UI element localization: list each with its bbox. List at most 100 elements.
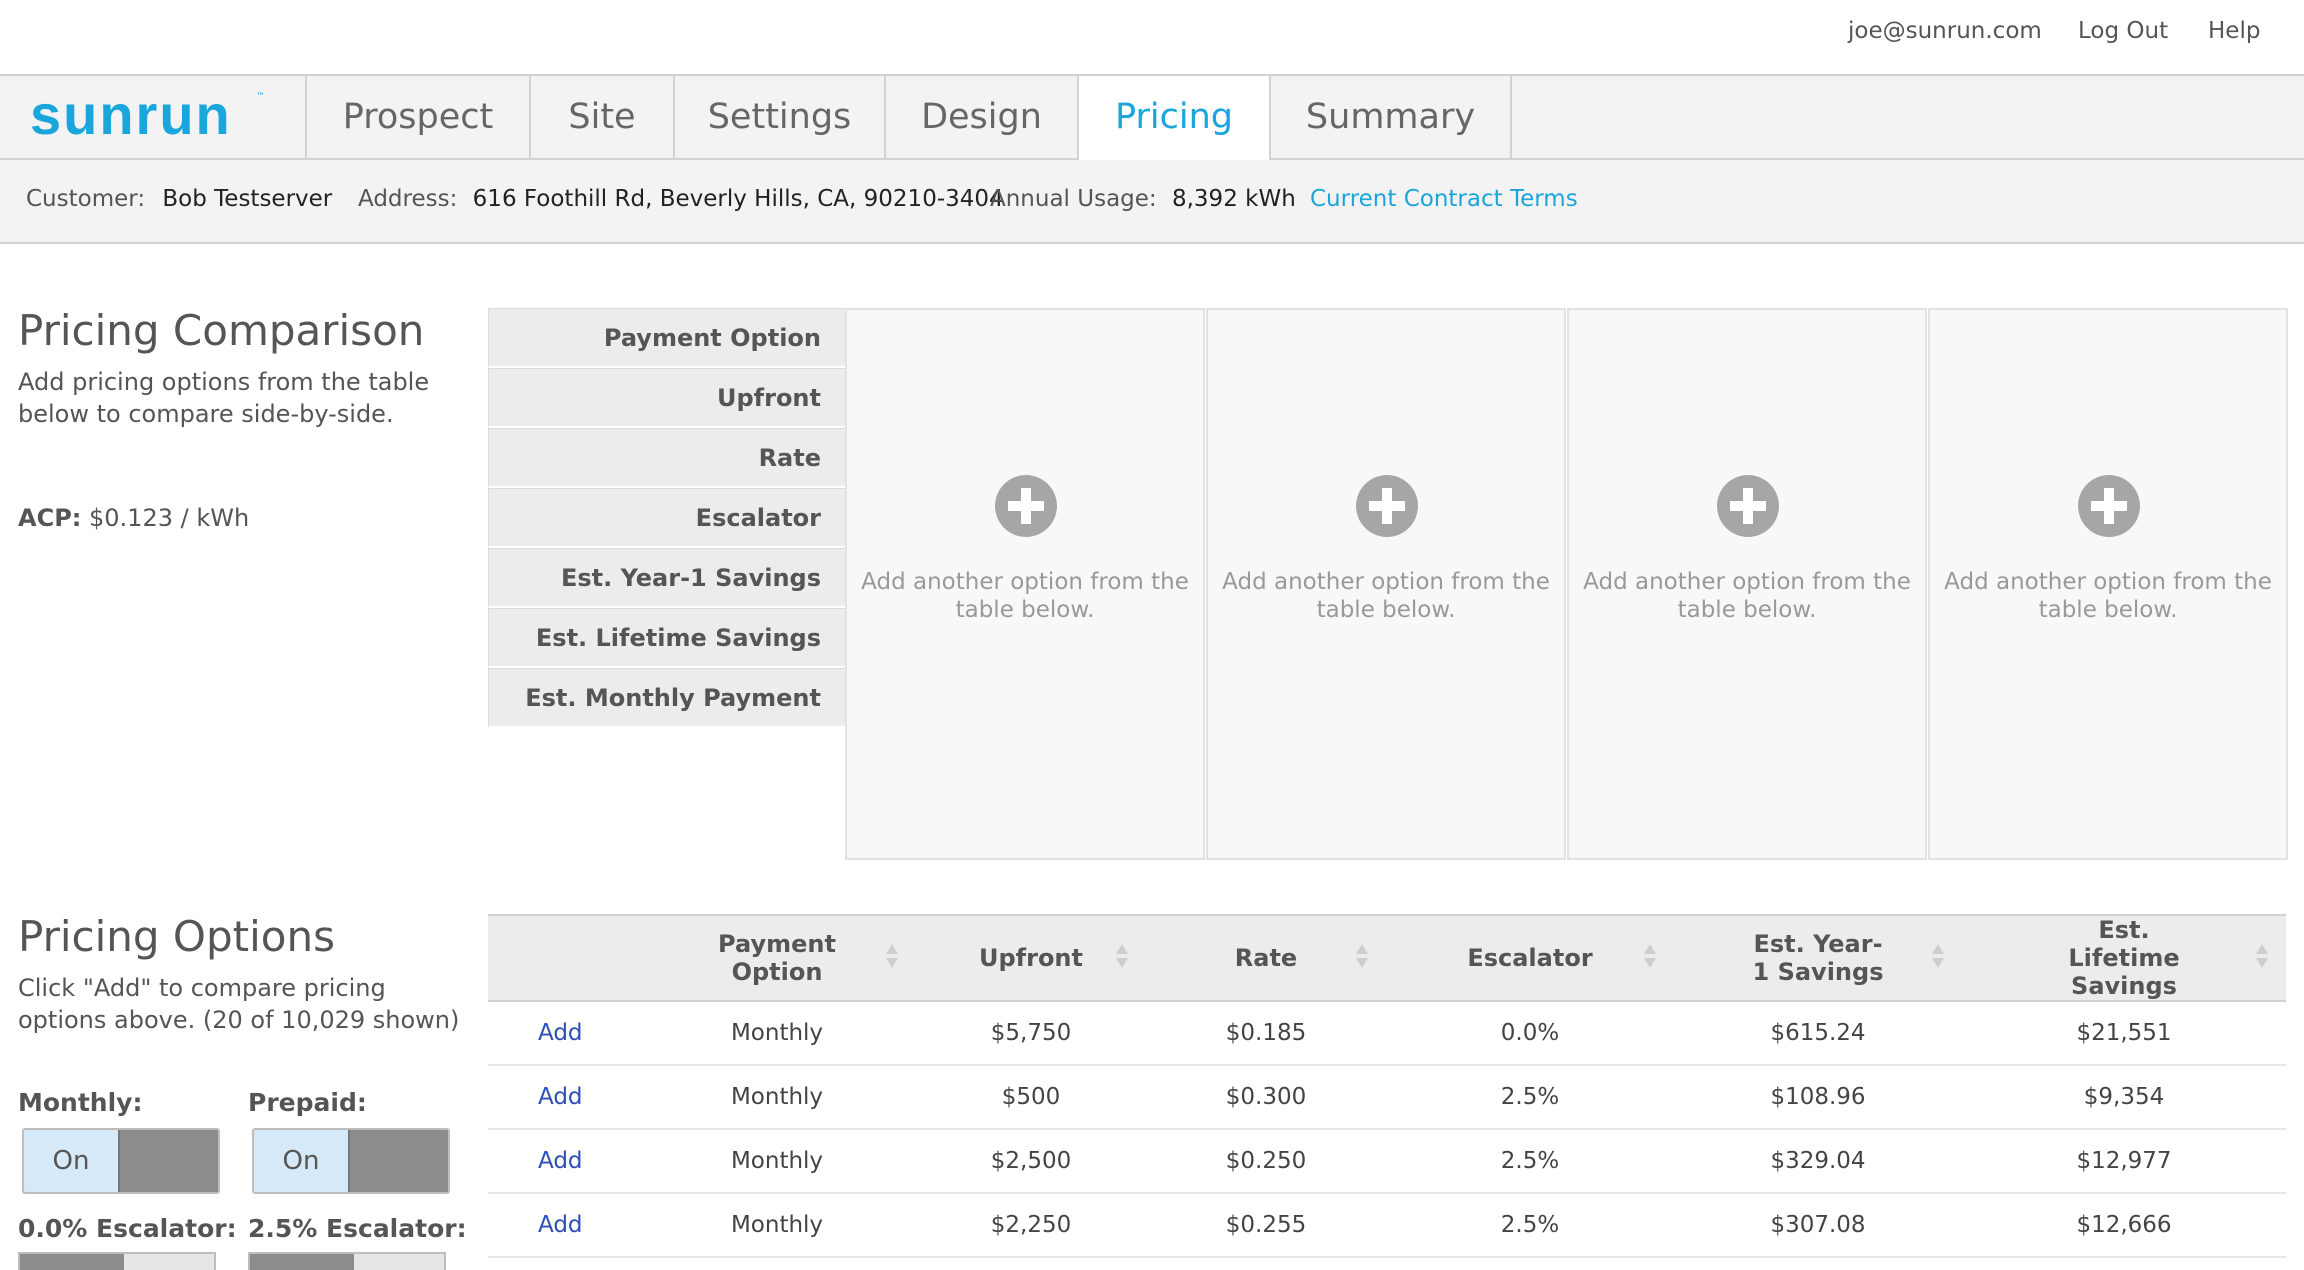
cell-upfront: $2,250 [916,1193,1146,1258]
comparison-slot[interactable]: Add another option from the table below. [1567,308,1927,860]
row-label-monthly-payment: Est. Monthly Payment [488,668,846,728]
cell-lifetime-savings: $21,551 [1962,1001,2286,1066]
monthly-toggle-state: On [24,1130,118,1192]
comparison-slot-text: Add another option from the table below. [861,569,1189,623]
add-option-button[interactable]: Add [488,1193,638,1258]
toggle-off-side [124,1254,214,1270]
cell-payment-option: Monthly [638,1065,916,1130]
add-option-button[interactable]: Add [488,1065,638,1130]
row-label-upfront: Upfront [488,368,846,428]
sunrun-logo[interactable]: sunrun ™ [0,76,307,158]
escalator-25-toggle[interactable] [248,1252,446,1270]
escalator-25-filter-label: 2.5% Escalator: [248,1214,467,1243]
column-header-lifetime-savings[interactable]: Est. Lifetime Savings [1962,914,2286,1002]
column-header-escalator[interactable]: Escalator [1386,914,1674,1002]
logout-link[interactable]: Log Out [2078,18,2168,44]
add-circle-icon[interactable] [995,475,1057,537]
tab-prospect[interactable]: Prospect [307,76,531,158]
column-header-label: Upfront [979,944,1083,972]
column-header-label: Escalator [1467,944,1593,972]
table-row: Add Monthly $2,250 $0.255 2.5% $307.08 $… [488,1193,2286,1258]
table-row: Add Monthly $5,750 $0.185 0.0% $615.24 $… [488,1001,2286,1066]
comparison-row-labels: Payment Option Upfront Rate Escalator Es… [488,308,846,728]
comparison-slot[interactable]: Add another option from the table below. [845,308,1205,860]
pricing-comparison-description: Add pricing options from the table below… [18,368,430,428]
cell-escalator: 2.5% [1386,1129,1674,1194]
cell-lifetime-savings: $12,666 [1962,1193,2286,1258]
address-label: Address: [358,186,458,212]
column-header-payment-option[interactable]: Payment Option [638,914,916,1002]
add-circle-icon[interactable] [2078,475,2140,537]
pricing-options-table: Payment Option Upfront Rate Escalator Es… [488,914,2286,1258]
cell-payment-option: Monthly [638,1129,916,1194]
address-value: 616 Foothill Rd, Beverly Hills, CA, 9021… [472,186,1004,212]
cell-rate: $0.185 [1146,1001,1386,1066]
row-label-rate: Rate [488,428,846,488]
main-nav: sunrun ™ Prospect Site Settings Design P… [0,74,2304,160]
tab-summary[interactable]: Summary [1271,76,1512,158]
column-header-label: Est. Lifetime Savings [2068,916,2180,1000]
comparison-slot[interactable]: Add another option from the table below. [1928,308,2288,860]
escalator-0-toggle[interactable] [18,1252,216,1270]
comparison-slot-text: Add another option from the table below. [1583,569,1911,623]
sort-icon[interactable] [2256,944,2268,972]
customer-value: Bob Testserver [162,186,333,212]
toggle-knob [348,1130,448,1192]
prepaid-toggle-state: On [254,1130,348,1192]
add-option-button[interactable]: Add [488,1001,638,1066]
usage-value: 8,392 kWh [1171,186,1296,212]
escalator-0-filter-label: 0.0% Escalator: [18,1214,237,1243]
comparison-slot-text: Add another option from the table below. [1944,569,2272,623]
table-row: Add Monthly $2,500 $0.250 2.5% $329.04 $… [488,1129,2286,1194]
usage-info: Annual Usage: 8,392 kWh [990,186,1296,212]
pricing-options-description: Click "Add" to compare pricing options a… [18,974,460,1034]
cell-escalator: 2.5% [1386,1193,1674,1258]
help-link[interactable]: Help [2208,18,2260,44]
logo-trademark: ™ [256,92,265,102]
current-contract-terms-link[interactable]: Current Contract Terms [1310,186,1578,212]
row-label-escalator: Escalator [488,488,846,548]
row-label-payment-option: Payment Option [488,308,846,368]
column-header-label: Payment Option [718,930,836,986]
usage-label: Annual Usage: [990,186,1157,212]
cell-year1-savings: $307.08 [1674,1193,1962,1258]
sort-icon[interactable] [1356,944,1368,972]
cell-payment-option: Monthly [638,1193,916,1258]
add-circle-icon[interactable] [1356,475,1418,537]
sort-icon[interactable] [1932,944,1944,972]
comparison-slot[interactable]: Add another option from the table below. [1206,308,1566,860]
monthly-toggle[interactable]: On [22,1128,220,1194]
row-label-lifetime-savings: Est. Lifetime Savings [488,608,846,668]
column-header-action [488,914,638,1002]
column-header-year1-savings[interactable]: Est. Year-1 Savings [1674,914,1962,1002]
prepaid-toggle[interactable]: On [252,1128,450,1194]
tab-pricing[interactable]: Pricing [1079,76,1271,160]
sort-icon[interactable] [1644,944,1656,972]
pricing-comparison-title: Pricing Comparison [18,306,425,355]
cell-upfront: $500 [916,1065,1146,1130]
toggle-knob [20,1254,124,1270]
add-option-button[interactable]: Add [488,1129,638,1194]
acp-info: ACP: $0.123 / kWh [18,504,249,532]
prepaid-filter-label: Prepaid: [248,1088,367,1117]
cell-payment-option: Monthly [638,1001,916,1066]
tab-site[interactable]: Site [531,76,675,158]
logo-text: sunrun [30,83,232,146]
address-info: Address: 616 Foothill Rd, Beverly Hills,… [358,186,1004,212]
customer-info: Customer: Bob Testserver [26,186,332,212]
cell-year1-savings: $329.04 [1674,1129,1962,1194]
cell-escalator: 0.0% [1386,1001,1674,1066]
tab-design[interactable]: Design [886,76,1079,158]
sort-icon[interactable] [886,944,898,972]
monthly-filter-label: Monthly: [18,1088,143,1117]
cell-rate: $0.300 [1146,1065,1386,1130]
tab-settings[interactable]: Settings [675,76,886,158]
user-email-link[interactable]: joe@sunrun.com [1848,18,2042,44]
toggle-knob [118,1130,218,1192]
customer-info-bar: Customer: Bob Testserver Address: 616 Fo… [0,160,2304,244]
toggle-knob [250,1254,354,1270]
sort-icon[interactable] [1116,944,1128,972]
add-circle-icon[interactable] [1717,475,1779,537]
column-header-rate[interactable]: Rate [1146,914,1386,1002]
column-header-upfront[interactable]: Upfront [916,914,1146,1002]
